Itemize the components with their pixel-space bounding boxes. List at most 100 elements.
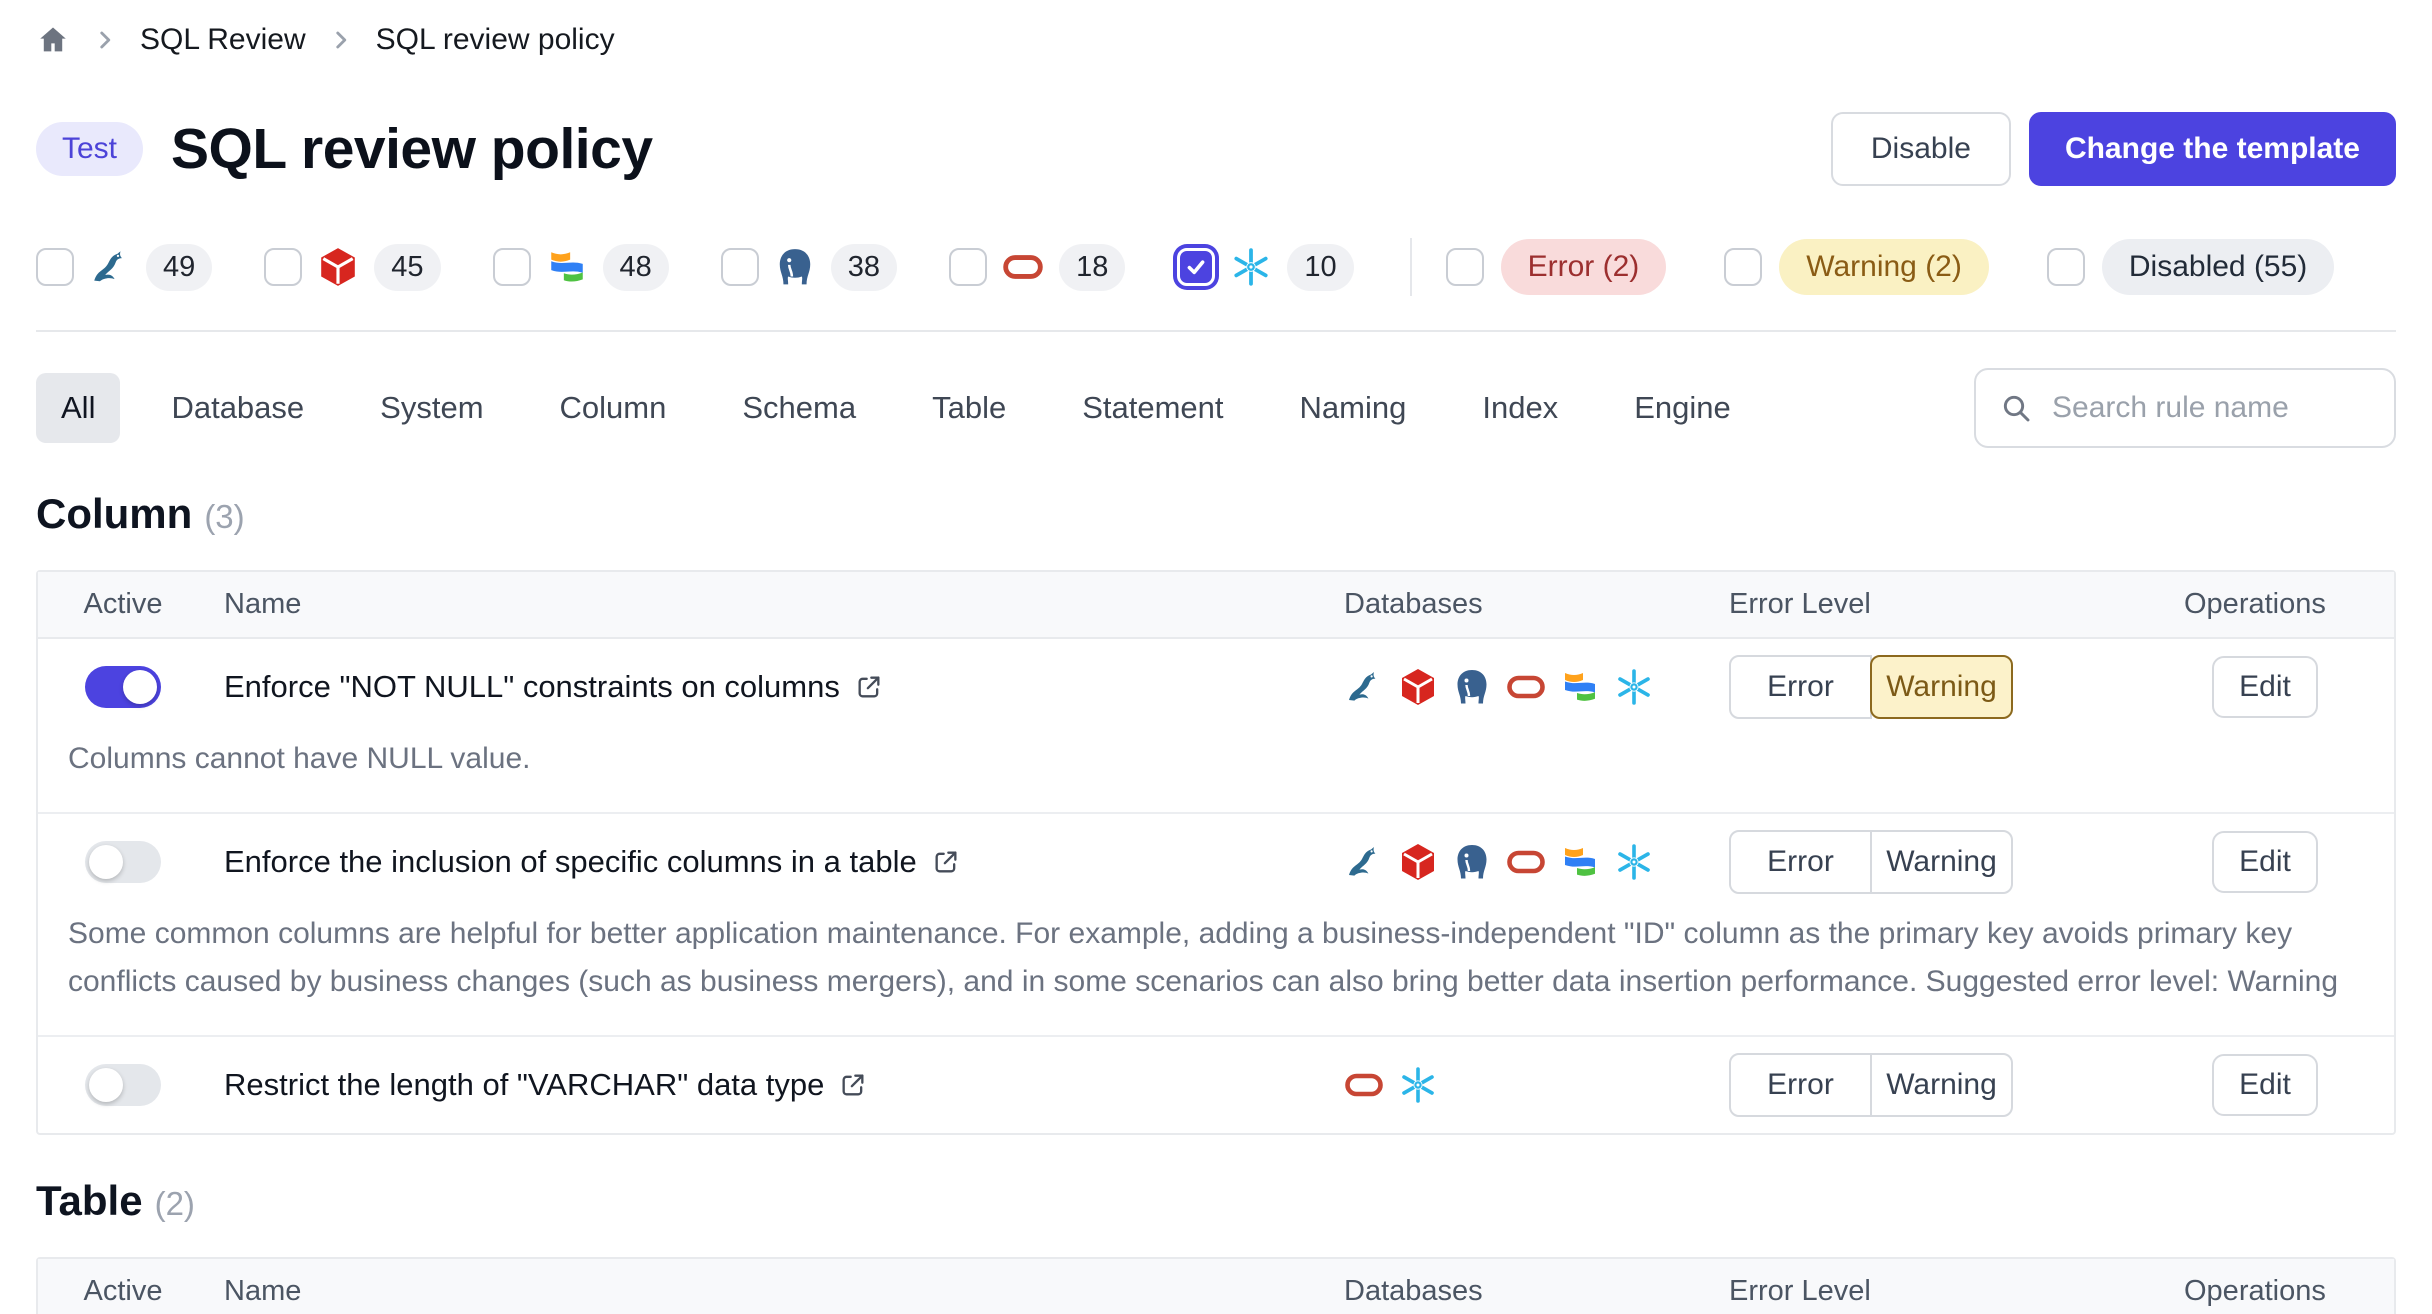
- oceanbase-icon: [1560, 667, 1600, 707]
- rule-sections: Column (3) Active Name Databases Error L…: [36, 490, 2396, 1314]
- error-level-error-button[interactable]: Error: [1729, 655, 1872, 719]
- section-count: (2): [155, 1185, 195, 1223]
- breadcrumb-label[interactable]: SQL review policy: [376, 23, 615, 57]
- oracle-icon: [1002, 246, 1044, 288]
- tab-engine[interactable]: Engine: [1609, 373, 1756, 443]
- rule-section: Table (2) Active Name Databases Error Le…: [36, 1177, 2396, 1314]
- disable-button[interactable]: Disable: [1831, 112, 2011, 186]
- active-toggle[interactable]: [85, 666, 161, 708]
- snowflake-icon: [1614, 842, 1654, 882]
- tab-schema[interactable]: Schema: [717, 373, 881, 443]
- level-filter: Warning (2): [1724, 239, 1989, 295]
- postgres-icon: [1452, 842, 1492, 882]
- home-icon[interactable]: [36, 23, 70, 57]
- tab-index[interactable]: Index: [1457, 373, 1583, 443]
- engine-count-badge: 10: [1287, 244, 1353, 291]
- engine-checkbox[interactable]: [36, 248, 74, 286]
- check-icon: [1184, 255, 1208, 279]
- engine-filter: 10: [1177, 244, 1353, 291]
- error-level-error-button[interactable]: Error: [1729, 1053, 1872, 1117]
- engine-checkbox[interactable]: [949, 248, 987, 286]
- tidb-icon: [317, 246, 359, 288]
- level-filter: Error (2): [1446, 239, 1667, 295]
- rule-row: Enforce "NOT NULL" constraints on column…: [38, 639, 2394, 814]
- tab-statement[interactable]: Statement: [1057, 373, 1248, 443]
- tab-table[interactable]: Table: [907, 373, 1031, 443]
- engine-filter: 48: [493, 244, 669, 291]
- section-title: Column: [36, 490, 192, 538]
- edit-button[interactable]: Edit: [2212, 1054, 2318, 1116]
- level-checkbox[interactable]: [2047, 248, 2085, 286]
- oceanbase-icon: [1560, 842, 1600, 882]
- toggle-knob: [89, 1068, 123, 1102]
- edit-button[interactable]: Edit: [2212, 831, 2318, 893]
- search-input[interactable]: [1974, 368, 2396, 448]
- section-count: (3): [204, 498, 244, 536]
- active-toggle[interactable]: [85, 1064, 161, 1106]
- search-box: [1974, 368, 2396, 448]
- external-link-icon[interactable]: [839, 1071, 867, 1099]
- filter-bar: 49 45 48 38 18 10 Err: [36, 238, 2396, 296]
- col-header-error-level: Error Level: [1669, 588, 2124, 621]
- chevron-right-icon: [92, 27, 118, 53]
- engine-filter: 49: [36, 244, 212, 291]
- engine-checkbox[interactable]: [493, 248, 531, 286]
- tidb-icon: [1398, 667, 1438, 707]
- rule-name: Enforce "NOT NULL" constraints on column…: [224, 669, 840, 705]
- engine-count-badge: 49: [146, 244, 212, 291]
- environment-badge: Test: [36, 122, 143, 176]
- tab-naming[interactable]: Naming: [1275, 373, 1432, 443]
- external-link-icon[interactable]: [855, 673, 883, 701]
- engine-checkbox[interactable]: [1177, 248, 1215, 286]
- section-title: Table: [36, 1177, 143, 1225]
- tab-database[interactable]: Database: [146, 373, 329, 443]
- col-header-error-level: Error Level: [1669, 1275, 2124, 1308]
- mysql-icon: [1344, 667, 1384, 707]
- mysql-icon: [89, 246, 131, 288]
- page-header: Test SQL review policy Disable Change th…: [36, 112, 2396, 186]
- error-level-error-button[interactable]: Error: [1729, 830, 1872, 894]
- breadcrumb-item: SQL review policy: [328, 23, 615, 57]
- rule-databases: [1344, 1065, 1669, 1105]
- rule-description: Some common columns are helpful for bett…: [38, 910, 2394, 1035]
- engine-count-badge: 48: [603, 244, 669, 291]
- search-icon: [2000, 392, 2032, 424]
- oceanbase-icon: [546, 246, 588, 288]
- oracle-icon: [1344, 1065, 1384, 1105]
- rule-databases: [1344, 842, 1669, 882]
- tab-all[interactable]: All: [36, 373, 120, 443]
- rules-table: Active Name Databases Error Level Operat…: [36, 1257, 2396, 1314]
- col-header-databases: Databases: [1284, 1275, 1669, 1308]
- error-filter-pill: Error (2): [1501, 239, 1667, 295]
- page-title: SQL review policy: [171, 116, 652, 182]
- engine-count-badge: 18: [1059, 244, 1125, 291]
- engine-checkbox[interactable]: [721, 248, 759, 286]
- disabled-filter-pill: Disabled (55): [2102, 239, 2334, 295]
- snowflake-icon: [1230, 246, 1272, 288]
- error-level-warning-button[interactable]: Warning: [1870, 830, 2013, 894]
- snowflake-icon: [1398, 1065, 1438, 1105]
- change-template-button[interactable]: Change the template: [2029, 112, 2396, 186]
- error-level-warning-button[interactable]: Warning: [1870, 655, 2013, 719]
- table-header-row: Active Name Databases Error Level Operat…: [38, 1259, 2394, 1314]
- col-header-active: Active: [38, 588, 208, 621]
- postgres-icon: [774, 246, 816, 288]
- engine-checkbox[interactable]: [264, 248, 302, 286]
- filter-divider: [1410, 238, 1412, 296]
- level-checkbox[interactable]: [1446, 248, 1484, 286]
- level-checkbox[interactable]: [1724, 248, 1762, 286]
- external-link-icon[interactable]: [932, 848, 960, 876]
- rule-description: Columns cannot have NULL value.: [38, 735, 2394, 812]
- error-level-warning-button[interactable]: Warning: [1870, 1053, 2013, 1117]
- breadcrumb-label[interactable]: SQL Review: [140, 23, 306, 57]
- tab-system[interactable]: System: [355, 373, 508, 443]
- toggle-knob: [123, 670, 157, 704]
- engine-filters: 49 45 48 38 18 10: [36, 244, 1406, 291]
- col-header-operations: Operations: [2124, 1275, 2394, 1308]
- rule-name: Restrict the length of "VARCHAR" data ty…: [224, 1067, 824, 1103]
- error-level-selector: Error Warning: [1729, 655, 2013, 719]
- tidb-icon: [1398, 842, 1438, 882]
- tab-column[interactable]: Column: [535, 373, 692, 443]
- active-toggle[interactable]: [85, 841, 161, 883]
- edit-button[interactable]: Edit: [2212, 656, 2318, 718]
